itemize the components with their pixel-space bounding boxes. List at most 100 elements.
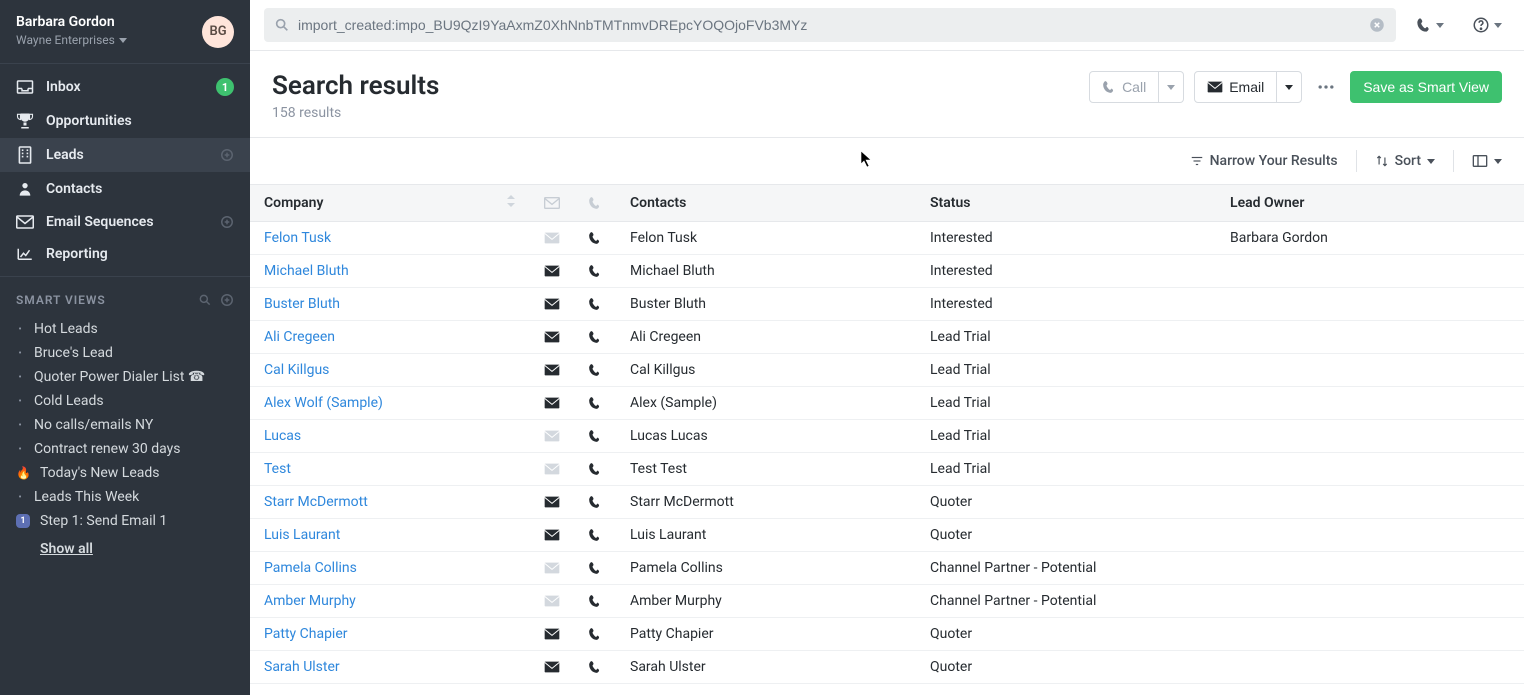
- lead-owner: [1216, 585, 1524, 618]
- company-link[interactable]: Alex Wolf (Sample): [264, 395, 383, 411]
- user-org-dropdown[interactable]: Wayne Enterprises: [16, 33, 127, 48]
- email-icon[interactable]: [530, 354, 574, 387]
- search-bar[interactable]: [264, 8, 1396, 42]
- email-button[interactable]: Email: [1194, 71, 1277, 103]
- more-menu[interactable]: [1312, 77, 1340, 97]
- smart-view-item[interactable]: •Leads This Week: [16, 485, 234, 509]
- smart-view-item[interactable]: •Bruce's Lead: [16, 341, 234, 365]
- table-row[interactable]: Buster BluthBuster BluthInterested: [250, 288, 1524, 321]
- clear-search-icon[interactable]: [1368, 16, 1386, 34]
- company-link[interactable]: Cal Killgus: [264, 362, 329, 378]
- phone-icon[interactable]: [574, 222, 616, 255]
- email-icon[interactable]: [530, 387, 574, 420]
- nav-item-opportunities[interactable]: Opportunities: [0, 104, 250, 138]
- email-icon[interactable]: [530, 519, 574, 552]
- sort-dropdown[interactable]: Sort: [1375, 153, 1435, 169]
- smart-view-item[interactable]: •Quoter Power Dialer List ☎: [16, 365, 234, 389]
- call-dropdown[interactable]: [1408, 11, 1452, 39]
- th-contacts[interactable]: Contacts: [616, 185, 916, 222]
- company-link[interactable]: Pamela Collins: [264, 560, 357, 576]
- add-icon[interactable]: [220, 293, 234, 307]
- phone-icon[interactable]: [574, 585, 616, 618]
- add-icon[interactable]: [220, 148, 234, 162]
- company-link[interactable]: Buster Bluth: [264, 296, 340, 312]
- phone-icon[interactable]: [574, 255, 616, 288]
- save-smart-view-button[interactable]: Save as Smart View: [1350, 71, 1502, 103]
- phone-icon[interactable]: [574, 453, 616, 486]
- phone-icon[interactable]: [574, 387, 616, 420]
- email-icon[interactable]: [530, 255, 574, 288]
- smart-view-item[interactable]: •Hot Leads: [16, 317, 234, 341]
- email-dropdown-btn[interactable]: [1277, 71, 1302, 103]
- search-icon: [274, 17, 290, 33]
- table-row[interactable]: Alex Wolf (Sample)Alex (Sample)Lead Tria…: [250, 387, 1524, 420]
- company-link[interactable]: Test: [264, 461, 291, 477]
- phone-icon[interactable]: [574, 420, 616, 453]
- columns-toggle[interactable]: [1472, 154, 1502, 168]
- table-row[interactable]: Amber MurphyAmber MurphyChannel Partner …: [250, 585, 1524, 618]
- phone-icon[interactable]: [574, 552, 616, 585]
- search-input[interactable]: [290, 9, 1368, 41]
- smart-view-item[interactable]: 1Step 1: Send Email 1: [16, 509, 234, 533]
- nav-item-email-sequences[interactable]: Email Sequences: [0, 206, 250, 238]
- table-row[interactable]: LucasLucas LucasLead Trial: [250, 420, 1524, 453]
- phone-icon[interactable]: [574, 651, 616, 684]
- smart-view-item[interactable]: •Cold Leads: [16, 389, 234, 413]
- table-row[interactable]: Pamela CollinsPamela CollinsChannel Part…: [250, 552, 1524, 585]
- table-row[interactable]: Sarah UlsterSarah UlsterQuoter: [250, 651, 1524, 684]
- table-row[interactable]: Michael BluthMichael BluthInterested: [250, 255, 1524, 288]
- phone-icon[interactable]: [574, 519, 616, 552]
- call-button[interactable]: Call: [1089, 71, 1159, 103]
- smart-view-item[interactable]: •No calls/emails NY: [16, 413, 234, 437]
- phone-icon[interactable]: [574, 618, 616, 651]
- user-block[interactable]: Barbara Gordon Wayne Enterprises BG: [0, 0, 250, 64]
- table-row[interactable]: Ali CregeenAli CregeenLead Trial: [250, 321, 1524, 354]
- narrow-results[interactable]: Narrow Your Results: [1190, 153, 1338, 169]
- email-icon[interactable]: [530, 222, 574, 255]
- contact-name: Starr McDermott: [616, 486, 916, 519]
- email-icon[interactable]: [530, 585, 574, 618]
- email-icon[interactable]: [530, 288, 574, 321]
- table-row[interactable]: Cal KillgusCal KillgusLead Trial: [250, 354, 1524, 387]
- phone-icon[interactable]: [574, 288, 616, 321]
- table-row[interactable]: Patty ChapierPatty ChapierQuoter: [250, 618, 1524, 651]
- smart-view-item[interactable]: 🔥Today's New Leads: [16, 461, 234, 485]
- add-icon[interactable]: [220, 215, 234, 229]
- smart-view-item[interactable]: •Contract renew 30 days: [16, 437, 234, 461]
- phone-icon[interactable]: [574, 321, 616, 354]
- th-company[interactable]: Company: [250, 185, 530, 222]
- email-icon[interactable]: [530, 420, 574, 453]
- search-icon[interactable]: [198, 293, 212, 307]
- company-link[interactable]: Patty Chapier: [264, 626, 348, 642]
- company-link[interactable]: Michael Bluth: [264, 263, 349, 279]
- nav-item-contacts[interactable]: Contacts: [0, 172, 250, 206]
- table-row[interactable]: Felon TuskFelon TuskInterestedBarbara Go…: [250, 222, 1524, 255]
- company-link[interactable]: Starr McDermott: [264, 494, 368, 510]
- phone-icon[interactable]: [574, 354, 616, 387]
- nav-item-inbox[interactable]: Inbox1: [0, 70, 250, 104]
- call-dropdown-btn[interactable]: [1159, 71, 1184, 103]
- company-link[interactable]: Amber Murphy: [264, 593, 356, 609]
- email-icon[interactable]: [530, 453, 574, 486]
- show-all-link[interactable]: Show all: [16, 537, 234, 561]
- nav-item-reporting[interactable]: Reporting: [0, 238, 250, 270]
- table-row[interactable]: Starr McDermottStarr McDermottQuoter: [250, 486, 1524, 519]
- company-link[interactable]: Luis Laurant: [264, 527, 340, 543]
- company-link[interactable]: Lucas: [264, 428, 301, 444]
- email-icon[interactable]: [530, 552, 574, 585]
- avatar[interactable]: BG: [202, 16, 234, 48]
- th-status[interactable]: Status: [916, 185, 1216, 222]
- th-owner[interactable]: Lead Owner: [1216, 185, 1524, 222]
- email-icon[interactable]: [530, 651, 574, 684]
- company-link[interactable]: Sarah Ulster: [264, 659, 340, 675]
- email-icon[interactable]: [530, 486, 574, 519]
- help-dropdown[interactable]: [1464, 10, 1510, 40]
- table-row[interactable]: Luis LaurantLuis LaurantQuoter: [250, 519, 1524, 552]
- email-icon[interactable]: [530, 618, 574, 651]
- phone-icon[interactable]: [574, 486, 616, 519]
- table-row[interactable]: TestTest TestLead Trial: [250, 453, 1524, 486]
- company-link[interactable]: Ali Cregeen: [264, 329, 335, 345]
- nav-item-leads[interactable]: Leads: [0, 138, 250, 172]
- company-link[interactable]: Felon Tusk: [264, 230, 331, 246]
- email-icon[interactable]: [530, 321, 574, 354]
